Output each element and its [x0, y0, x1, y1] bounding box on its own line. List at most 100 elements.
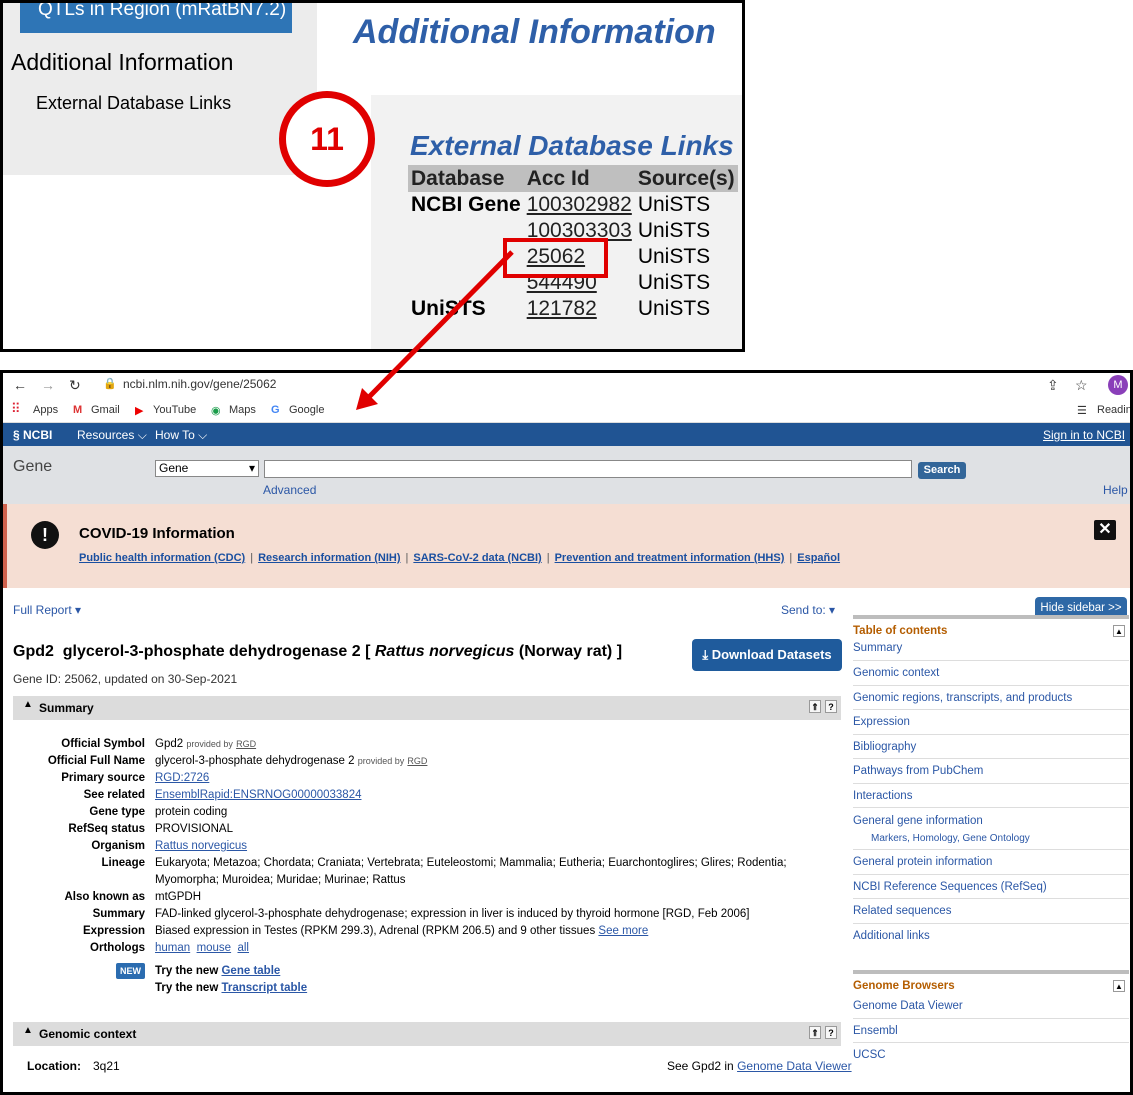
help-icon[interactable]: ?: [825, 700, 837, 713]
acc-link[interactable]: 100302982: [527, 193, 632, 216]
field-label: Also known as: [64, 891, 145, 903]
share-icon[interactable]: ⇪: [1047, 377, 1059, 394]
sign-in-link[interactable]: Sign in to NCBI: [1043, 428, 1125, 442]
toc-genomic-context[interactable]: Genomic context: [853, 661, 1129, 686]
collapse-icon[interactable]: ▲: [1113, 625, 1125, 637]
field-label: RefSeq status: [68, 823, 145, 835]
collapse-icon[interactable]: ▲: [23, 1025, 33, 1036]
toc-related-sequences[interactable]: Related sequences: [853, 899, 1129, 924]
primary-source-link[interactable]: RGD:2726: [155, 772, 209, 784]
try-new-label: Try the new: [155, 982, 219, 994]
toc-general-protein-info[interactable]: General protein information: [853, 850, 1129, 875]
acc-link[interactable]: 121782: [527, 297, 597, 320]
toc-general-gene-info-label: General gene information: [853, 815, 983, 827]
toc-additional-links[interactable]: Additional links: [853, 924, 1129, 949]
covid-link-cdc[interactable]: Public health information (CDC): [79, 552, 245, 564]
search-button[interactable]: Search: [918, 462, 966, 479]
sidebar: Table of contents ▲ Summary Genomic cont…: [853, 588, 1129, 1068]
nav-additional-information[interactable]: Additional Information: [11, 49, 233, 76]
advanced-link[interactable]: Advanced: [263, 483, 316, 497]
toc-gene-info-sublinks[interactable]: Markers, Homology, Gene Ontology: [853, 830, 1129, 848]
genome-data-viewer-link[interactable]: Genome Data Viewer: [737, 1059, 852, 1073]
send-to-menu[interactable]: Send to: ▾: [781, 603, 835, 617]
field-value: Biased expression in Testes (RPKM 299.3)…: [155, 925, 596, 937]
genomic-context-title: Genomic context: [39, 1027, 137, 1041]
field-label: Orthologs: [90, 942, 145, 954]
toc-refseq[interactable]: NCBI Reference Sequences (RefSeq): [853, 875, 1129, 899]
field-value: PROVISIONAL: [155, 823, 233, 835]
toc-expression[interactable]: Expression: [853, 710, 1129, 735]
back-icon[interactable]: ←: [13, 377, 27, 393]
covid-link-espanol[interactable]: Español: [797, 552, 840, 564]
toc-genomic-regions[interactable]: Genomic regions, transcripts, and produc…: [853, 686, 1129, 710]
toc-interactions[interactable]: Interactions: [853, 784, 1129, 808]
transcript-table-link[interactable]: Transcript table: [221, 982, 307, 994]
help-icon[interactable]: ?: [825, 1026, 837, 1039]
covid-links: Public health information (CDC) | Research…: [79, 552, 840, 564]
ortholog-human-link[interactable]: human: [155, 942, 190, 954]
gene-table-link[interactable]: Gene table: [221, 965, 280, 977]
source-cell: UniSTS: [634, 270, 738, 296]
toc-bibliography[interactable]: Bibliography: [853, 735, 1129, 759]
apps-grid-icon: ⠿: [11, 401, 21, 416]
collapse-icon[interactable]: ▲: [1113, 980, 1125, 992]
arrows-icon[interactable]: ⇑: [809, 1026, 821, 1039]
bookmark-apps[interactable]: Apps: [33, 404, 58, 416]
reload-icon[interactable]: ↻: [69, 377, 81, 394]
close-icon[interactable]: ✕: [1094, 520, 1116, 540]
gb-genome-data-viewer[interactable]: Genome Data Viewer: [853, 994, 1129, 1019]
link-separator: |: [405, 552, 409, 564]
field-row: Official Symbol Gpd2 provided by RGD: [13, 736, 803, 753]
additional-information-heading: Additional Information: [353, 13, 716, 51]
bookmark-gmail[interactable]: Gmail: [91, 404, 120, 416]
summary-section-header[interactable]: ▲ Summary ⇑ ?: [13, 696, 841, 720]
gene-report: Full Report ▾ Send to: ▾ Hide sidebar >>…: [3, 588, 1130, 1092]
bookmark-google[interactable]: Google: [289, 404, 324, 416]
resources-menu[interactable]: Resources ⌵: [77, 428, 147, 443]
covid-link-hhs[interactable]: Prevention and treatment information (HH…: [555, 552, 785, 564]
source-cell: UniSTS: [634, 218, 738, 244]
rgd-link[interactable]: RGD: [236, 739, 256, 749]
field-row: See related EnsemblRapid:ENSRNOG000000338…: [13, 787, 803, 804]
field-row: Expression Biased expression in Testes (R…: [13, 923, 803, 940]
source-cell: UniSTS: [634, 296, 738, 322]
qtl-region-button[interactable]: QTLs in Region (mRatBN7.2): [20, 3, 292, 33]
collapse-icon[interactable]: ▲: [23, 699, 33, 710]
db-select[interactable]: Gene ▾: [155, 460, 259, 477]
bookmark-maps[interactable]: Maps: [229, 404, 256, 416]
rgd-link[interactable]: RGD: [407, 756, 427, 766]
covid-link-nih[interactable]: Research information (NIH): [258, 552, 400, 564]
star-icon[interactable]: ☆: [1075, 377, 1088, 394]
ortholog-mouse-link[interactable]: mouse: [197, 942, 232, 954]
toc-summary[interactable]: Summary: [853, 641, 1129, 661]
summary-section-title: Summary: [39, 701, 94, 715]
covid-link-ncbi[interactable]: SARS-CoV-2 data (NCBI): [413, 552, 541, 564]
help-link[interactable]: Help: [1103, 483, 1128, 497]
bookmark-youtube[interactable]: YouTube: [153, 404, 196, 416]
field-row: Summary FAD-linked glycerol-3-phosphate d…: [13, 906, 803, 923]
toc-pathways[interactable]: Pathways from PubChem: [853, 759, 1129, 784]
url-text[interactable]: ncbi.nlm.nih.gov/gene/25062: [123, 377, 276, 391]
howto-menu[interactable]: How To ⌵: [155, 428, 207, 443]
gb-ensembl[interactable]: Ensembl: [853, 1019, 1129, 1043]
arrows-icon[interactable]: ⇑: [809, 700, 821, 713]
profile-avatar[interactable]: M: [1108, 375, 1128, 395]
search-input[interactable]: [264, 460, 912, 478]
toc-general-gene-info[interactable]: General gene information Markers, Homolog…: [853, 808, 1129, 850]
full-report-menu[interactable]: Full Report ▾: [13, 603, 81, 617]
forward-icon[interactable]: →: [41, 377, 55, 393]
nav-external-database-links[interactable]: External Database Links: [36, 93, 231, 114]
see-related-link[interactable]: EnsemblRapid:ENSRNOG00000033824: [155, 789, 361, 801]
gb-ucsc[interactable]: UCSC: [853, 1043, 1129, 1068]
field-value: glycerol-3-phosphate dehydrogenase 2: [155, 755, 355, 767]
ortholog-all-link[interactable]: all: [237, 942, 249, 954]
ncbi-logo[interactable]: § NCBI: [13, 428, 52, 442]
organism-link[interactable]: Rattus norvegicus: [155, 840, 247, 852]
genomic-context-section-header[interactable]: ▲ Genomic context ⇑ ?: [13, 1022, 841, 1046]
try-new-label: Try the new: [155, 965, 219, 977]
search-band: Gene Gene ▾ Search Advanced Help: [3, 446, 1130, 504]
see-more-link[interactable]: See more: [598, 925, 648, 937]
download-datasets-button[interactable]: ⤓ Download Datasets: [692, 639, 842, 671]
db-label: Gene: [13, 458, 53, 475]
reading-list[interactable]: Readin: [1097, 404, 1130, 416]
